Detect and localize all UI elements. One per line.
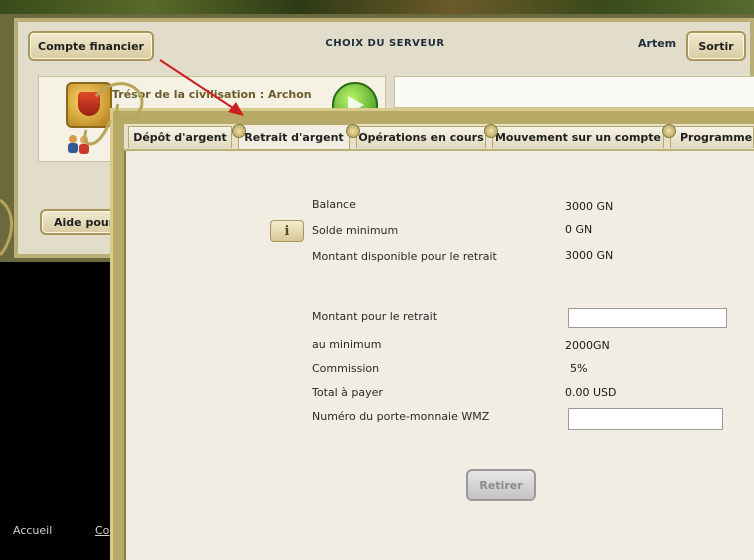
- account-button[interactable]: Compte financier: [28, 31, 154, 61]
- withdraw-amount-label: Montant pour le retrait: [312, 310, 438, 323]
- minimum-amount-value: 2000GN: [565, 339, 610, 352]
- footer-second-link[interactable]: Co: [95, 524, 109, 537]
- left-black-area: [0, 262, 110, 560]
- minimum-balance-value: 0 GN: [565, 223, 593, 236]
- shield-emblem: [78, 92, 100, 116]
- withdraw-dialog-body: [124, 126, 754, 560]
- info-icon[interactable]: i: [270, 220, 304, 242]
- minimum-balance-label: Solde minimum: [312, 224, 399, 237]
- minimum-amount-label: au minimum: [312, 338, 382, 351]
- balance-label: Balance: [312, 198, 356, 211]
- total-label: Total à payer: [312, 386, 383, 399]
- total-value: 0.00 USD: [565, 386, 617, 399]
- people-icon: [66, 133, 92, 155]
- tab-ornament: [484, 124, 498, 138]
- commission-label: Commission: [312, 362, 380, 375]
- tab-account-movement[interactable]: Mouvement sur un compte: [492, 126, 664, 148]
- logout-button[interactable]: Sortir: [686, 31, 746, 61]
- tab-deposit[interactable]: Dépôt d'argent: [128, 126, 232, 148]
- wallet-number-input[interactable]: [568, 408, 723, 430]
- withdraw-amount-input[interactable]: [568, 308, 727, 328]
- server-list-box: [394, 76, 754, 108]
- commission-value: 5%: [570, 362, 588, 375]
- wallet-number-label: Numéro du porte-monnaie WMZ: [312, 410, 490, 423]
- server-title: CHOIX DU SERVEUR: [325, 38, 445, 49]
- balance-value: 3000 GN: [565, 200, 614, 213]
- tab-withdraw[interactable]: Retrait d'argent: [238, 124, 350, 149]
- tab-ornament: [232, 124, 246, 138]
- tab-ornament: [662, 124, 676, 138]
- available-amount-value: 3000 GN: [565, 249, 614, 262]
- civilization-title: Trésor de la civilisation : Archon: [112, 88, 312, 101]
- tab-program[interactable]: Programme p: [670, 126, 754, 148]
- tab-current-operations[interactable]: Opérations en cours: [356, 126, 486, 148]
- tab-ornament: [346, 124, 360, 138]
- shield-icon[interactable]: [66, 82, 112, 128]
- footer-home-link[interactable]: Accueil: [13, 524, 52, 537]
- help-button[interactable]: Aide pour: [40, 209, 120, 235]
- user-name: Artem: [638, 37, 677, 50]
- withdraw-submit-button[interactable]: Retirer: [466, 469, 536, 501]
- available-amount-label: Montant disponible pour le retrait: [312, 250, 497, 263]
